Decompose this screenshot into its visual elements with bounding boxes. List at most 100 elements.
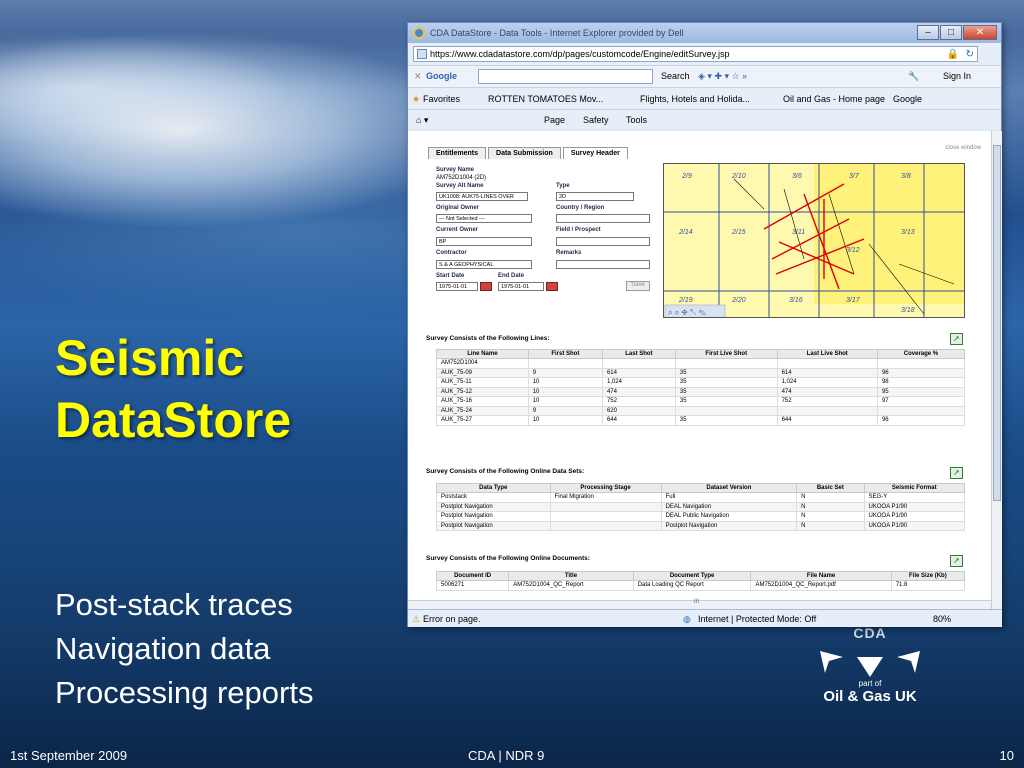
col-header[interactable]: Document Type [632, 571, 752, 581]
sign-in-button[interactable]: Sign In [943, 71, 971, 81]
svg-text:⌕ ⌕ ✥ ↖ ✎: ⌕ ⌕ ✥ ↖ ✎ [668, 308, 707, 317]
col-header[interactable]: Processing Stage [549, 483, 662, 493]
table-cell: 95 [876, 386, 966, 397]
tools-menu[interactable]: Tools [626, 115, 647, 125]
survey-map[interactable]: 2/9 2/10 3/6 3/7 3/8 2/14 2/15 3/11 3/12… [663, 163, 965, 318]
window-controls: – □ ✕ [916, 25, 997, 40]
url-text: https://www.cdadatastore.com/dp/pages/cu… [430, 49, 730, 59]
toolbar-tool-icons[interactable]: ◈ ▾ ✚ ▾ ☆ » [698, 71, 747, 82]
fav-item[interactable]: Flights, Hotels and Holida... [640, 94, 750, 104]
table-row[interactable]: Postplot Navigation DEAL Navigation N UKOOA… [436, 501, 966, 512]
contractor-select[interactable]: S & A GEOPHYSICAL [436, 260, 532, 269]
table-row[interactable]: Postplot Navigation Postplot Navigation N U… [436, 520, 966, 531]
original-owner-label: Original Owner [436, 205, 480, 211]
col-header[interactable]: Last Shot [601, 349, 676, 359]
col-header[interactable]: First Live Shot [674, 349, 778, 359]
maximize-button[interactable]: □ [940, 25, 962, 40]
title-line-1: Seismic [55, 330, 245, 386]
col-header[interactable]: File Name [750, 571, 892, 581]
col-header[interactable]: Seismic Format [863, 483, 966, 493]
datasets-section-title: Survey Consists of the Following Online … [426, 468, 585, 475]
col-header[interactable]: Title [508, 571, 634, 581]
url-field[interactable]: https://www.cdadatastore.com/dp/pages/cu… [413, 46, 978, 62]
table-row[interactable]: AUK_75-11 10 1,024 35 1,024 98 [436, 377, 966, 388]
status-error-text[interactable]: Error on page. [423, 614, 481, 624]
end-date-input[interactable]: 1975-01-01 [498, 282, 544, 291]
start-date-label: Start Date [436, 273, 465, 279]
tab-survey-header[interactable]: Survey Header [562, 147, 628, 159]
export-lines-button[interactable]: ➚ [950, 333, 963, 345]
table-row[interactable]: Poststack Final Migration Full N SEG-Y [436, 492, 966, 503]
fav-item[interactable]: Oil and Gas - Home page [783, 94, 885, 104]
close-window-link[interactable]: close window [945, 145, 981, 151]
export-documents-button[interactable]: ➚ [950, 555, 963, 567]
scroll-thumb[interactable] [993, 145, 1001, 501]
table-cell: 644 [601, 415, 676, 426]
table-row[interactable]: AUK_75-24 9 620 [436, 405, 966, 416]
tab-data-submission[interactable]: Data Submission [488, 147, 561, 159]
browser-window: CDA DataStore - Data Tools - Internet Ex… [407, 22, 1002, 627]
home-icon[interactable]: ⌂ ▾ [416, 115, 428, 126]
map-block-label: 3/11 [792, 229, 805, 236]
col-header[interactable]: First Shot [527, 349, 603, 359]
minimize-button[interactable]: – [917, 25, 939, 40]
col-header[interactable]: Line Name [436, 349, 529, 359]
save-button[interactable]: Save [626, 281, 650, 291]
country-input[interactable] [556, 214, 650, 223]
slide-title: Seismic DataStore [55, 327, 415, 451]
table-cell: 614 [601, 367, 676, 378]
table-cell: AUK_75-24 [436, 405, 529, 416]
vertical-scrollbar[interactable] [991, 131, 1002, 609]
google-search-button[interactable]: Search [661, 71, 690, 81]
export-datasets-button[interactable]: ➚ [950, 467, 963, 479]
zoom-level[interactable]: 80% [933, 614, 951, 624]
col-header[interactable]: Basic Set [796, 483, 865, 493]
table-row[interactable]: AM752D1004 [436, 358, 966, 369]
page-menu[interactable]: Page [544, 115, 565, 125]
type-select[interactable]: 2D [556, 192, 634, 201]
title-line-2: DataStore [55, 392, 292, 448]
refresh-icon[interactable]: ↻ [966, 48, 974, 62]
col-header[interactable]: Data Type [436, 483, 551, 493]
horizontal-scrollbar[interactable]: III [408, 599, 991, 609]
remarks-input[interactable] [556, 260, 650, 269]
col-header[interactable]: Dataset Version [660, 483, 798, 493]
table-row[interactable]: AUK_75-27 10 644 35 644 96 [436, 415, 966, 426]
table-row[interactable]: 5006271 AM752D1004_QC_Report Data Loading … [435, 580, 966, 591]
wrench-icon[interactable]: 🔧 [908, 71, 919, 82]
fav-item[interactable]: Google [893, 94, 922, 104]
google-search-input[interactable] [478, 69, 653, 84]
table-row[interactable]: AUK_75-16 10 752 35 752 97 [436, 396, 966, 407]
table-row[interactable]: Postplot Navigation DEAL Public Navigatio… [436, 511, 966, 522]
slide-footer: 1st September 2009 CDA | NDR 9 10 [0, 742, 1024, 768]
survey-alt-input[interactable]: UK1008: AUK75-LINES OVER [436, 192, 528, 201]
lock-icon[interactable]: 🔒 [947, 48, 959, 62]
col-header[interactable]: File Size (Kb) [890, 571, 966, 581]
col-header[interactable]: Last Live Shot [776, 349, 878, 359]
fav-item[interactable]: ROTTEN TOMATOES Mov... [488, 94, 603, 104]
table-row[interactable]: AUK_75-09 9 614 35 614 96 [436, 367, 966, 378]
col-header[interactable]: Coverage % [876, 349, 966, 359]
table-cell: Full [660, 492, 798, 503]
favorites-button[interactable]: Favorites [423, 94, 460, 104]
table-cell [776, 405, 878, 416]
current-owner-select[interactable]: BP [436, 237, 532, 246]
calendar-icon[interactable] [546, 282, 558, 291]
window-titlebar[interactable]: CDA DataStore - Data Tools - Internet Ex… [408, 23, 1001, 43]
table-cell: AUK_75-09 [436, 367, 529, 378]
command-bar: ⌂ ▾ Page Safety Tools [408, 109, 1001, 129]
col-header[interactable]: Document ID [435, 571, 510, 581]
calendar-icon[interactable] [480, 282, 492, 291]
start-date-input[interactable]: 1975-01-01 [436, 282, 478, 291]
map-block-label: 3/17 [846, 297, 861, 304]
table-cell: Final Migration [549, 492, 662, 503]
close-toolbar-icon[interactable]: ✕ [414, 71, 422, 82]
safety-menu[interactable]: Safety [583, 115, 609, 125]
scroll-grip[interactable]: III [694, 599, 699, 605]
tab-entitlements[interactable]: Entitlements [428, 147, 487, 159]
original-owner-select[interactable]: --- Not Selected --- [436, 214, 532, 223]
close-button[interactable]: ✕ [963, 25, 997, 40]
table-row[interactable]: AUK_75-12 10 474 35 474 95 [436, 386, 966, 397]
field-input[interactable] [556, 237, 650, 246]
warning-icon[interactable]: ⚠ [412, 614, 420, 625]
